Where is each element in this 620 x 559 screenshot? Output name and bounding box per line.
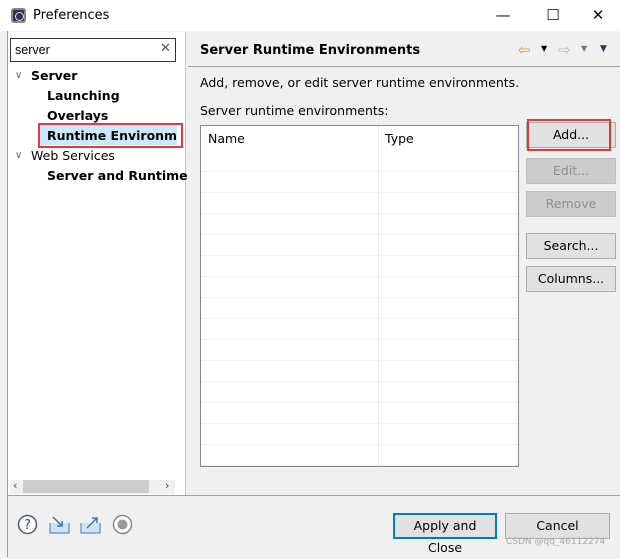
export-icon[interactable] [80, 514, 101, 535]
table-row-empty [201, 151, 518, 172]
column-header-type[interactable]: Type [378, 126, 518, 151]
footer-separator [7, 495, 620, 496]
remove-button[interactable]: Remove [526, 191, 616, 217]
tree-item-overlays[interactable]: Overlays [47, 108, 108, 123]
table-row-empty [201, 235, 518, 256]
scroll-left-icon[interactable]: ‹ [13, 479, 17, 492]
back-arrow-icon[interactable]: ⇦ [518, 41, 531, 59]
watermark: CSDN @qq_46112274 [506, 537, 606, 547]
table-row-empty [201, 445, 518, 466]
minimize-button[interactable]: — [491, 4, 515, 26]
filter-input[interactable] [10, 38, 176, 62]
forward-dropdown-icon[interactable]: ▼ [581, 44, 587, 53]
window-title: Preferences [33, 8, 110, 23]
columns-button[interactable]: Columns... [526, 266, 616, 292]
chevron-down-icon[interactable]: ∨ [15, 150, 22, 161]
table-row-empty [201, 277, 518, 298]
table-row-empty [201, 382, 518, 403]
apply-and-close-button[interactable]: Apply and Close [393, 513, 497, 555]
forward-arrow-icon[interactable]: ⇨ [558, 41, 571, 59]
runtime-list-label: Server runtime environments: [200, 103, 389, 118]
maximize-button[interactable]: ☐ [541, 4, 565, 26]
scroll-right-icon[interactable]: › [165, 479, 169, 492]
column-header-name[interactable]: Name [201, 126, 378, 151]
table-row-empty [201, 298, 518, 319]
tree-item-server-and-runtime[interactable]: Server and Runtime [47, 168, 188, 183]
clear-filter-icon[interactable]: ✕ [160, 41, 171, 56]
page-description: Add, remove, or edit server runtime envi… [200, 75, 520, 90]
highlight-box [527, 119, 611, 151]
eclipse-app-icon [11, 8, 26, 23]
table-row-empty [201, 361, 518, 382]
highlight-box [38, 123, 183, 148]
table-row-empty [201, 193, 518, 214]
runtime-table[interactable]: Name Type [200, 125, 519, 467]
tree-item-server[interactable]: Server [31, 68, 77, 83]
tree-item-web-services[interactable]: Web Services [31, 148, 115, 163]
table-row-empty [201, 319, 518, 340]
close-button[interactable]: ✕ [586, 4, 610, 26]
tree-item-launching[interactable]: Launching [47, 88, 120, 103]
header-separator [188, 66, 620, 67]
edit-button[interactable]: Edit... [526, 158, 616, 184]
import-icon[interactable] [49, 514, 70, 535]
table-row-empty [201, 424, 518, 445]
table-row-empty [201, 172, 518, 193]
page-title: Server Runtime Environments [200, 43, 421, 58]
svg-text:?: ? [24, 518, 31, 533]
chevron-down-icon[interactable]: ∨ [15, 70, 22, 81]
table-row-empty [201, 256, 518, 277]
scrollbar-thumb[interactable] [23, 480, 149, 493]
table-row-empty [201, 214, 518, 235]
help-icon[interactable]: ? [17, 514, 38, 535]
back-dropdown-icon[interactable]: ▼ [541, 44, 547, 53]
record-icon[interactable] [112, 514, 133, 535]
search-button[interactable]: Search... [526, 233, 616, 259]
view-menu-icon[interactable]: ▼ [600, 44, 607, 54]
cancel-button[interactable]: Cancel [505, 513, 610, 539]
table-row-empty [201, 340, 518, 361]
table-row-empty [201, 403, 518, 424]
